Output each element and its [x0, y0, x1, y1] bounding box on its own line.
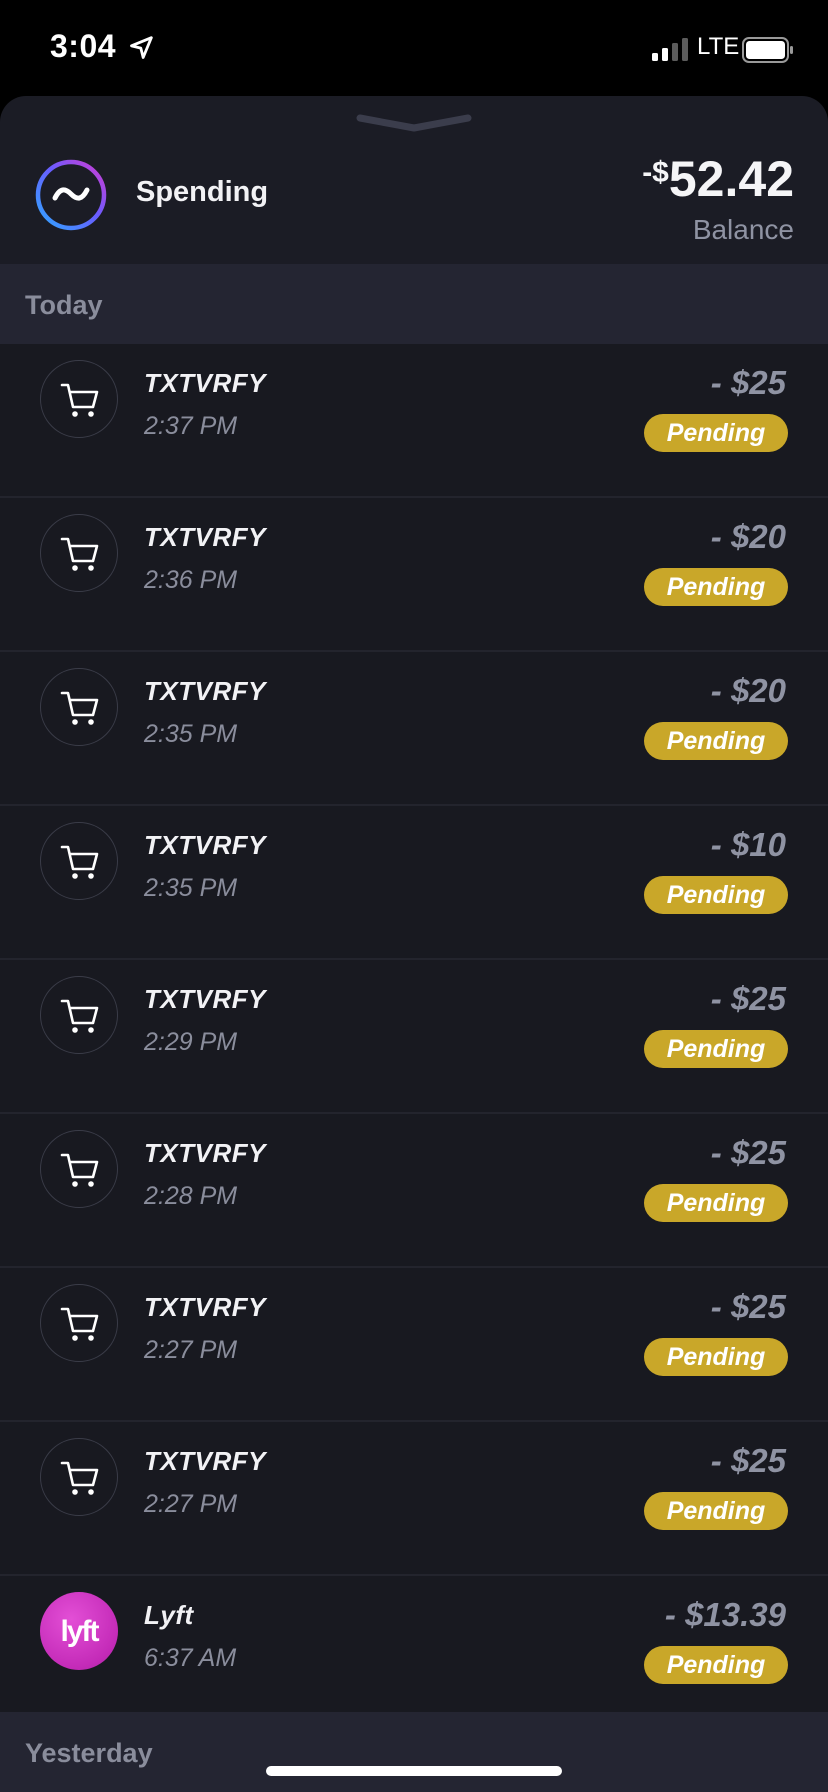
transaction-merchant: TXTVRFY [144, 676, 266, 706]
balance-amount: -$52.42 [642, 150, 794, 208]
balance-prefix: -$ [642, 156, 669, 189]
transaction-amount: - $25 [710, 1288, 786, 1325]
account-header[interactable]: Spending -$52.42 Balance [0, 136, 828, 264]
section-title: Yesterday [25, 1738, 153, 1768]
transaction-merchant: Lyft [144, 1600, 194, 1630]
transaction-amount: - $10 [710, 826, 786, 863]
section-header-today: Today [0, 264, 828, 344]
transactions-sheet: Spending -$52.42 Balance Today TXTVRFY 2… [0, 96, 828, 1792]
transaction-row[interactable]: TXTVRFY 2:35 PM - $10 Pending [0, 806, 828, 960]
pending-badge: Pending [644, 1338, 788, 1376]
transaction-row[interactable]: TXTVRFY 2:27 PM - $25 Pending [0, 1268, 828, 1422]
battery-icon [742, 37, 793, 63]
wave-logo-icon [35, 159, 107, 231]
cart-icon [40, 1130, 118, 1208]
transaction-merchant: TXTVRFY [144, 522, 266, 552]
transaction-amount: - $20 [710, 518, 786, 555]
screen: 3:04 LTE Spending -$52.42 Balance Today … [0, 0, 828, 1792]
pending-badge: Pending [644, 1646, 788, 1684]
transaction-merchant: TXTVRFY [144, 1446, 266, 1476]
transaction-time: 2:29 PM [144, 1028, 238, 1056]
home-indicator[interactable] [266, 1766, 562, 1776]
transaction-row[interactable]: TXTVRFY 2:35 PM - $20 Pending [0, 652, 828, 806]
transaction-merchant: TXTVRFY [144, 830, 266, 860]
cart-icon [40, 1438, 118, 1516]
transaction-time: 2:35 PM [144, 720, 238, 748]
account-name: Spending [136, 176, 269, 208]
transaction-row[interactable]: lyft Lyft 6:37 AM - $13.39 Pending [0, 1576, 828, 1730]
transaction-time: 2:27 PM [144, 1490, 238, 1518]
signal-icon [652, 38, 688, 61]
pending-badge: Pending [644, 722, 788, 760]
pending-badge: Pending [644, 876, 788, 914]
transaction-time: 2:37 PM [144, 412, 238, 440]
cart-icon [40, 514, 118, 592]
sheet-grabber-chevron-icon[interactable] [356, 114, 472, 134]
location-arrow-icon [130, 36, 153, 59]
transaction-merchant: TXTVRFY [144, 984, 266, 1014]
transaction-amount: - $25 [710, 980, 786, 1017]
transaction-amount: - $25 [710, 1442, 786, 1479]
transaction-amount: - $13.39 [664, 1596, 786, 1633]
balance-value: 52.42 [668, 151, 794, 207]
lyft-logo-icon: lyft [40, 1592, 118, 1670]
transaction-time: 2:35 PM [144, 874, 238, 902]
balance-label: Balance [692, 214, 794, 245]
transaction-time: 6:37 AM [144, 1644, 237, 1672]
section-header-yesterday: Yesterday [0, 1712, 828, 1792]
transaction-time: 2:36 PM [144, 566, 238, 594]
network-label: LTE [697, 33, 740, 60]
transaction-row[interactable]: TXTVRFY 2:28 PM - $25 Pending [0, 1114, 828, 1268]
pending-badge: Pending [644, 568, 788, 606]
transaction-merchant: TXTVRFY [144, 368, 266, 398]
cart-icon [40, 1284, 118, 1362]
pending-badge: Pending [644, 1030, 788, 1068]
transaction-row[interactable]: TXTVRFY 2:36 PM - $20 Pending [0, 498, 828, 652]
cart-icon [40, 976, 118, 1054]
transaction-row[interactable]: TXTVRFY 2:29 PM - $25 Pending [0, 960, 828, 1114]
pending-badge: Pending [644, 1492, 788, 1530]
cart-icon [40, 360, 118, 438]
section-title: Today [25, 290, 103, 320]
transaction-time: 2:27 PM [144, 1336, 238, 1364]
transaction-amount: - $25 [710, 1134, 786, 1171]
transaction-merchant: TXTVRFY [144, 1138, 266, 1168]
transaction-row[interactable]: TXTVRFY 2:37 PM - $25 Pending [0, 344, 828, 498]
transaction-row[interactable]: TXTVRFY 2:27 PM - $25 Pending [0, 1422, 828, 1576]
transaction-amount: - $25 [710, 364, 786, 401]
transaction-merchant: TXTVRFY [144, 1292, 266, 1322]
pending-badge: Pending [644, 1184, 788, 1222]
pending-badge: Pending [644, 414, 788, 452]
svg-text:lyft: lyft [61, 1615, 100, 1648]
status-bar: 3:04 LTE [0, 0, 828, 96]
status-time: 3:04 [50, 28, 117, 64]
transaction-time: 2:28 PM [144, 1182, 238, 1210]
cart-icon [40, 668, 118, 746]
cart-icon [40, 822, 118, 900]
transaction-amount: - $20 [710, 672, 786, 709]
